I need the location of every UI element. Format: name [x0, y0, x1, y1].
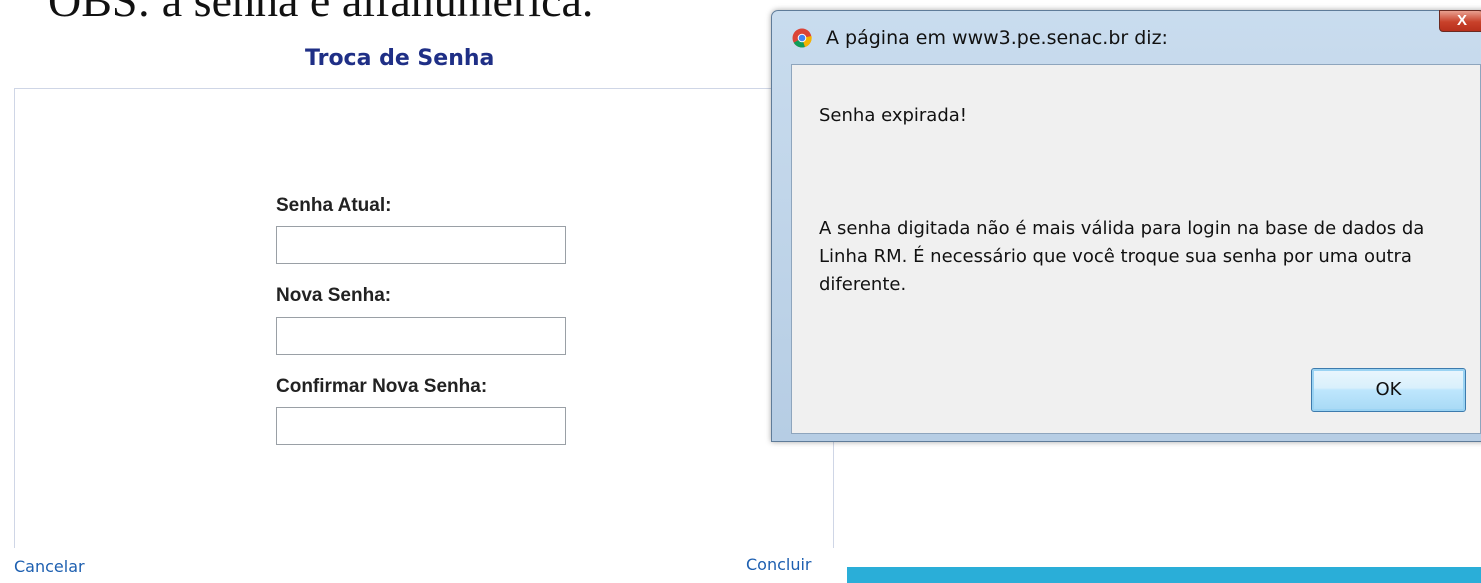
dialog-heading: Senha expirada!: [819, 105, 968, 126]
close-button[interactable]: X: [1439, 10, 1481, 32]
cancel-link[interactable]: Cancelar: [14, 557, 85, 576]
confirm-password-input[interactable]: [276, 407, 566, 445]
close-icon: X: [1456, 12, 1467, 29]
current-password-label: Senha Atual:: [276, 195, 392, 216]
alert-dialog: A página em www3.pe.senac.br diz: X Senh…: [771, 10, 1481, 442]
dialog-titlebar[interactable]: A página em www3.pe.senac.br diz: X: [772, 10, 1481, 63]
submit-link[interactable]: Concluir: [746, 555, 812, 574]
confirm-password-label: Confirmar Nova Senha:: [276, 376, 488, 397]
dialog-title: A página em www3.pe.senac.br diz:: [826, 27, 1168, 49]
new-password-input[interactable]: [276, 317, 566, 355]
page-title: Troca de Senha: [305, 46, 495, 71]
top-caption: OBS: a senha é alfanumérica.: [48, 0, 594, 26]
dialog-body: Senha expirada! A senha digitada não é m…: [791, 64, 1481, 434]
chrome-icon: [792, 28, 812, 48]
dialog-message: A senha digitada não é mais válida para …: [819, 218, 1425, 295]
bottom-accent-bar: [847, 567, 1481, 583]
new-password-label: Nova Senha:: [276, 285, 392, 306]
ok-button[interactable]: OK: [1311, 368, 1466, 412]
current-password-input[interactable]: [276, 226, 566, 264]
